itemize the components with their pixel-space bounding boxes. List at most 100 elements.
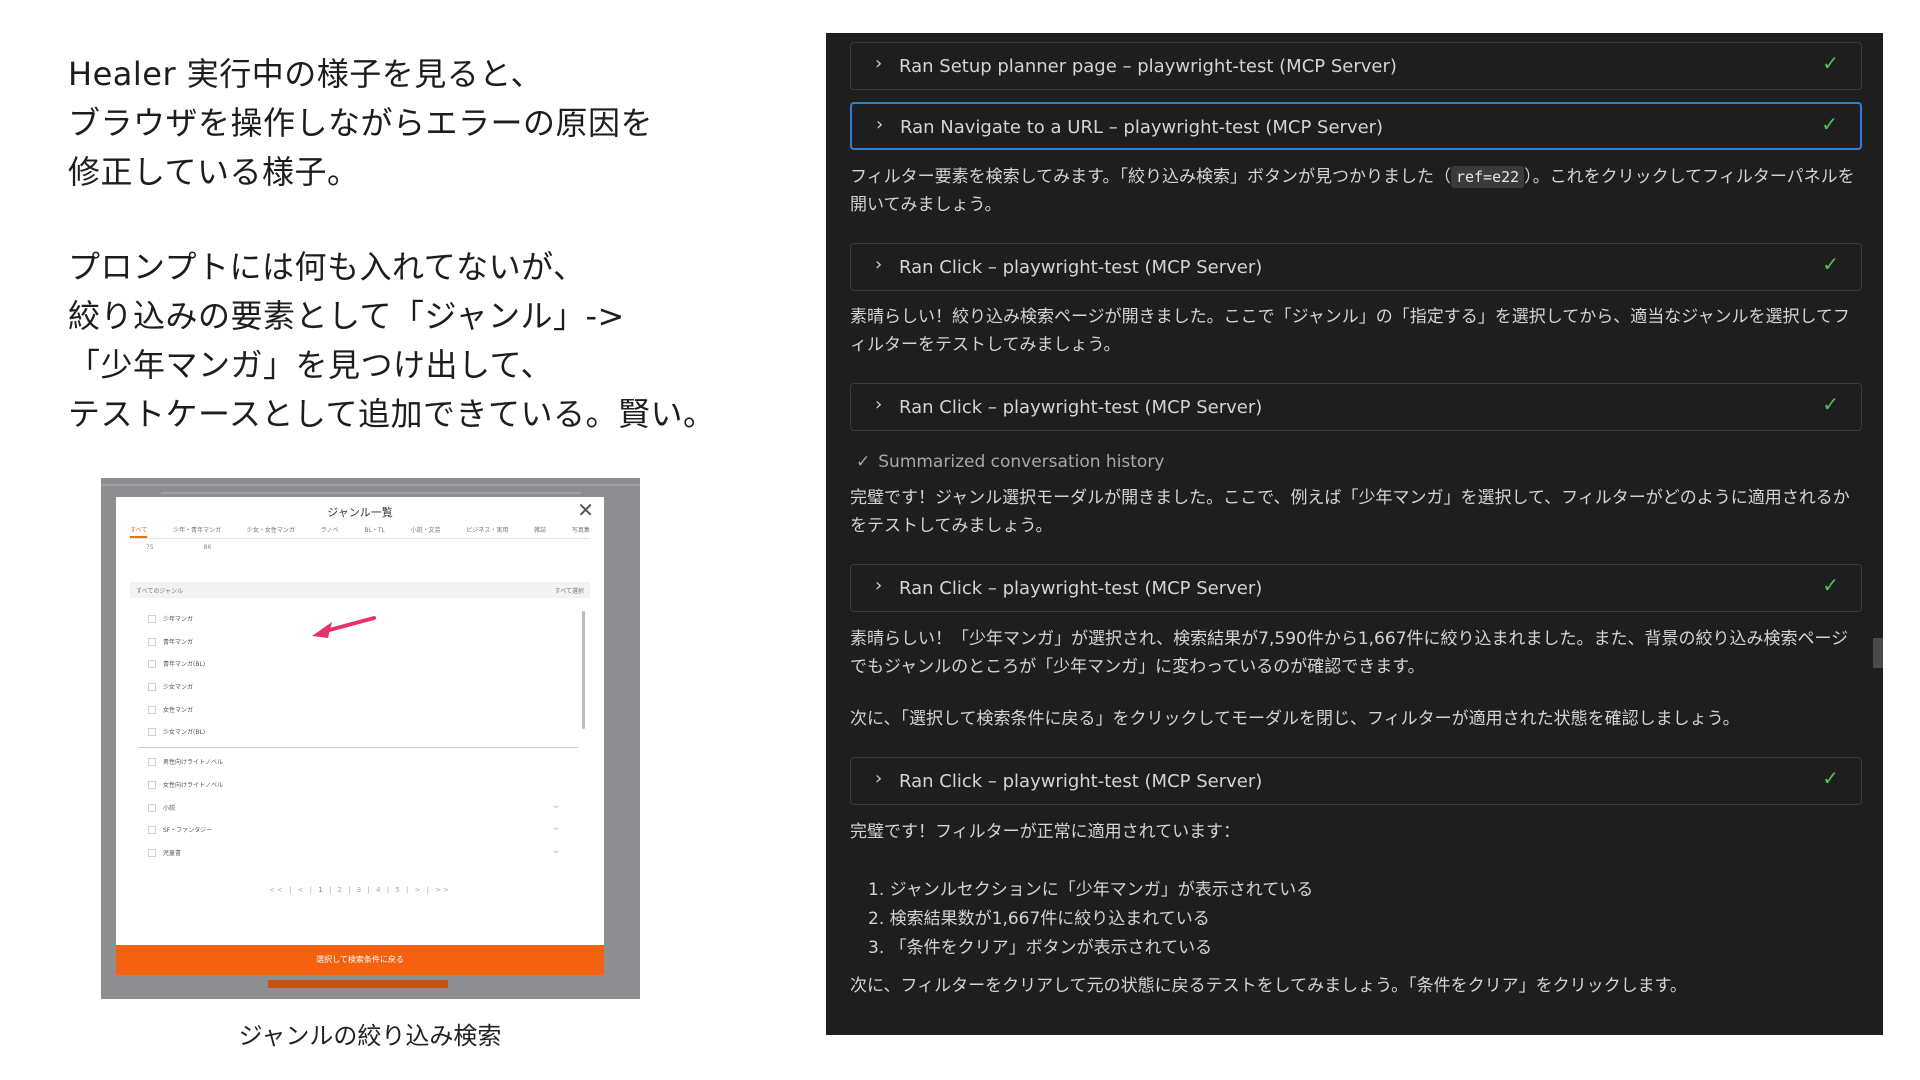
genre-item[interactable]: 児童書 ⌄ [138,843,578,866]
genre-tabs: すべて 少年・青年マンガ 少女・女性マンガ ラノベ BL・TL 小説・文芸 ビジ… [130,525,590,539]
caption-line: プロンプトには何も入れてないが、 [68,248,586,286]
checkbox[interactable] [148,728,156,737]
chevron-right-icon: › [876,114,884,135]
chevron-down-icon[interactable]: ⌄ [552,822,560,833]
caption-line: テストケースとして追加できている。賢い。 [68,395,716,433]
chevron-down-icon[interactable]: ⌄ [552,845,560,856]
chevron-right-icon: › [875,768,883,789]
check-icon: ✓ [1821,112,1838,136]
checkbox[interactable] [148,758,156,767]
bg-bar [268,980,448,988]
tab-bl-tl[interactable]: BL・TL [364,525,384,538]
genre-label: 少女マンガ(BL) [163,729,206,737]
chevron-right-icon: › [875,394,883,415]
return-to-search-button[interactable]: 選択して検索条件に戻る [116,945,604,975]
chevron-right-icon: › [875,53,883,74]
checkbox[interactable] [148,848,156,857]
genre-item[interactable]: 青年マンガ(BL) [138,654,578,677]
checkbox[interactable] [148,803,156,812]
tab-light-novel[interactable]: ラノベ [321,525,339,538]
tool-call-label: Ran Click – playwright-test (MCP Server) [899,397,1263,418]
tab-all[interactable]: すべて [130,525,148,538]
genre-label: 小説 [163,804,176,812]
genre-label: SF・ファンタジー [163,827,213,835]
close-icon[interactable]: ✕ [577,499,594,521]
checkbox[interactable] [148,780,156,789]
pagination: << | < | 1 | 2 | 3 | 4 | 5 | > | >> [116,886,604,894]
pager-next[interactable]: | 2 | 3 | 4 | 5 | > | >> [329,886,451,894]
assistant-message: 完璧です！ジャンル選択モーダルが開きました。ここで、例えば「少年マンガ」を選択し… [850,488,1850,536]
list-item: 2. 検索結果数が1,667件に絞り込まれている [868,909,1210,929]
tool-call-label: Ran Click – playwright-test (MCP Server) [899,771,1263,792]
modal-title: ジャンル一覧 [327,506,393,519]
pager-current[interactable]: 1 [318,886,324,894]
genre-label: 女性マンガ [163,706,194,714]
assistant-message: 次に、「選択して検索条件に戻る」をクリックしてモーダルを閉じ、フィルターが適用さ… [850,709,1740,729]
caption-line: 「少年マンガ」を見つけ出して、 [68,346,553,384]
tab-novel[interactable]: 小説・文芸 [411,525,441,538]
check-icon: ✓ [856,452,871,472]
tab-business[interactable]: ビジネス・実用 [466,525,508,538]
sub-tab[interactable]: 75 [146,544,154,551]
assistant-message: フィルター要素を検索してみます。「絞り込み検索」ボタンが見つかりました（ ref=… [850,163,1862,219]
pink-arrow-icon [312,616,376,638]
sub-tab[interactable]: 86 [204,544,212,551]
panel-scrollbar[interactable] [1873,638,1883,668]
genre-item[interactable]: 女性マンガ [138,700,578,723]
tool-call-label: Ran Navigate to a URL – playwright-test … [900,117,1384,138]
tool-call-click[interactable]: › Ran Click – playwright-test (MCP Serve… [850,564,1862,612]
chevron-right-icon: › [875,575,883,596]
tool-call-click[interactable]: › Ran Click – playwright-test (MCP Serve… [850,243,1862,291]
summarized-history[interactable]: ✓ Summarized conversation history [856,452,1164,472]
check-icon: ✓ [1822,252,1839,276]
check-icon: ✓ [1822,573,1839,597]
caption-line: 絞り込みの要素として「ジャンル」-> [68,297,625,335]
genre-modal: ジャンル一覧 ✕ すべて 少年・青年マンガ 少女・女性マンガ ラノベ BL・TL… [116,497,604,975]
tab-magazine[interactable]: 雑誌 [534,525,546,538]
genre-item[interactable]: 少女マンガ [138,677,578,700]
checkbox[interactable] [148,615,156,623]
genre-item[interactable]: 少女マンガ(BL) [138,722,578,745]
sub-tabs: 75 86 [146,544,211,551]
tab-shonen-seinen[interactable]: 少年・青年マンガ [173,525,221,538]
tool-call-click[interactable]: › Ran Click – playwright-test (MCP Serve… [850,757,1862,805]
select-all-link[interactable]: すべて選択 [555,586,584,595]
genre-label: 青年マンガ [163,638,194,646]
checkbox[interactable] [148,705,156,714]
pager-prev[interactable]: << | < | [269,886,314,894]
inline-code: ref=e22 [1450,166,1525,188]
screenshot-caption: ジャンルの絞り込み検索 [238,1022,502,1050]
message-text: フィルター要素を検索してみます。「絞り込み検索」ボタンが見つかりました（ [850,167,1451,187]
checkbox[interactable] [148,637,156,646]
check-icon: ✓ [1822,766,1839,790]
genre-item[interactable]: SF・ファンタジー ⌄ [138,820,578,843]
caption-line: 修正している様子。 [68,153,360,191]
assistant-message: 完璧です！フィルターが正常に適用されています： [850,822,1241,842]
genre-item[interactable]: 女性向けライトノベル [138,775,578,798]
list-item: 1. ジャンルセクションに「少年マンガ」が表示されている [868,880,1314,900]
caption-line: Healer 実行中の様子を見ると、 [68,55,543,93]
chevron-down-icon[interactable]: ⌄ [552,800,560,811]
tool-call-setup-planner[interactable]: › Ran Setup planner page – playwright-te… [850,42,1862,90]
tool-call-navigate[interactable]: › Ran Navigate to a URL – playwright-tes… [850,102,1862,150]
tool-call-click[interactable]: › Ran Click – playwright-test (MCP Serve… [850,383,1862,431]
summary-label: Summarized conversation history [878,452,1165,472]
tool-call-label: Ran Click – playwright-test (MCP Server) [899,578,1263,599]
tab-photobook[interactable]: 写真集 [572,525,590,538]
checkbox[interactable] [148,660,156,669]
assistant-message: 素晴らしい！「少年マンガ」が選択され、検索結果が7,590件から1,667件に絞… [850,629,1849,677]
genre-label: 少年マンガ [163,616,194,623]
tab-shojo-josei[interactable]: 少女・女性マンガ [247,525,295,538]
checkbox[interactable] [148,826,156,835]
all-genres-label: すべてのジャンル [136,588,184,595]
genre-label: 児童書 [163,849,182,857]
list-scrollbar[interactable] [582,611,585,729]
slide-caption: Healer 実行中の様子を見ると、 ブラウザを操作しながらエラーの原因を 修正… [68,50,768,439]
chat-panel: › Ran Setup planner page – playwright-te… [826,33,1883,1035]
checkbox[interactable] [148,683,156,692]
tool-call-label: Ran Click – playwright-test (MCP Server) [899,257,1263,278]
genre-item[interactable]: 小説 ⌄ [138,798,578,821]
genre-label: 女性向けライトノベル [163,781,224,789]
check-icon: ✓ [1822,392,1839,416]
genre-item[interactable]: 男性向けライトノベル [138,752,578,775]
